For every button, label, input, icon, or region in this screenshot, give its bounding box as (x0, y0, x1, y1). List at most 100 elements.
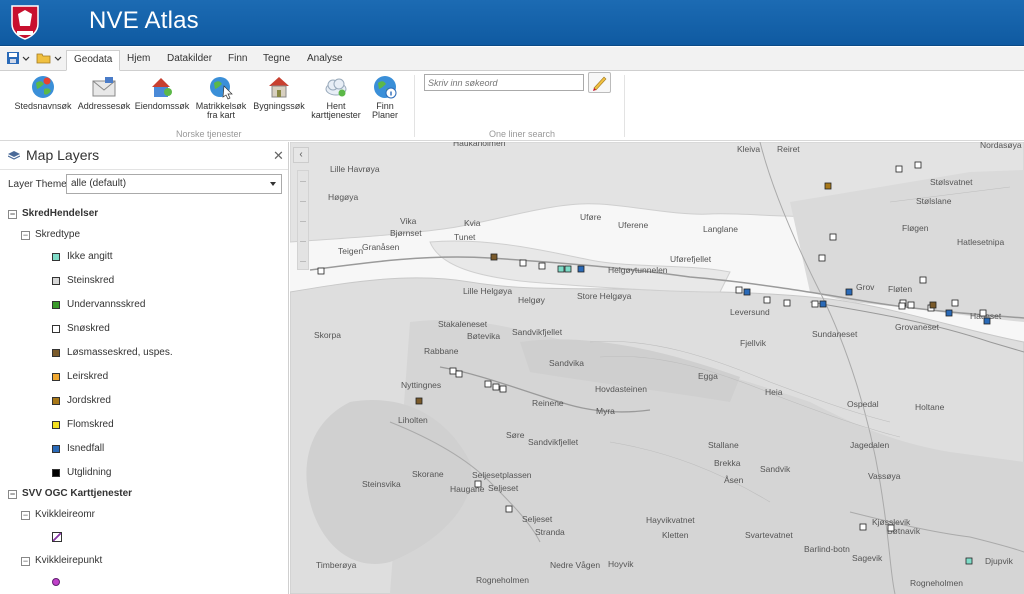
finn-planer-button[interactable]: Finn Planer (366, 74, 404, 120)
landslide-marker[interactable] (979, 309, 987, 317)
zoom-tick (300, 241, 306, 242)
panel-header: Map Layers ✕ (0, 142, 288, 170)
layer-theme-select[interactable]: alle (default) (66, 174, 282, 194)
layer-subgroup-kvikkleireomr[interactable]: − Kvikkleireomr (21, 509, 95, 523)
open-dropdown-chevron-icon[interactable] (54, 54, 62, 70)
legend-swatch (52, 397, 60, 405)
collapse-toggle-icon[interactable]: − (8, 490, 17, 499)
save-dropdown-chevron-icon[interactable] (22, 54, 30, 70)
map-place-label: Leversund (730, 307, 770, 317)
legend-item-label: Snøskred (67, 323, 110, 334)
landslide-marker[interactable] (829, 233, 837, 241)
collapse-toggle-icon[interactable]: − (8, 210, 17, 219)
landslide-marker[interactable] (845, 288, 853, 296)
landslide-marker[interactable] (538, 262, 546, 270)
landslide-marker[interactable] (819, 300, 827, 308)
landslide-marker[interactable] (499, 385, 507, 393)
legend-item-label: Undervannsskred (67, 299, 146, 310)
landslide-marker[interactable] (455, 370, 463, 378)
landslide-marker[interactable] (474, 480, 482, 488)
chevron-down-icon (270, 182, 276, 186)
tab-tegne[interactable]: Tegne (256, 50, 297, 71)
group-separator (414, 75, 415, 137)
map-view[interactable]: Haukaholmen Kleiva Reiret Nordasøya Lille Ha… (290, 142, 1024, 594)
close-icon[interactable]: ✕ (273, 148, 284, 164)
matrikkelsok-label: Matrikkelsøk fra kart (195, 101, 247, 120)
layer-group-svv-ogc[interactable]: − SVV OGC Karttjenester (8, 488, 132, 502)
addressesok-button[interactable]: Addressesøk (76, 74, 132, 111)
landslide-marker[interactable] (914, 161, 922, 169)
landslide-marker[interactable] (811, 300, 819, 308)
landslide-marker[interactable] (564, 265, 572, 273)
legend-swatch (52, 301, 60, 309)
map-canvas[interactable]: Haukaholmen Kleiva Reiret Nordasøya Lille Ha… (290, 142, 1024, 594)
landslide-marker[interactable] (449, 367, 457, 375)
zoom-slider[interactable] (297, 170, 309, 270)
landslide-marker[interactable] (907, 301, 915, 309)
map-place-label: Fløgen (902, 223, 929, 233)
landslide-marker[interactable] (898, 302, 906, 310)
landslide-marker[interactable] (557, 265, 565, 273)
map-place-label: Stakaleneset (438, 319, 488, 329)
zoom-tick (300, 181, 306, 182)
landslide-marker[interactable] (735, 286, 743, 294)
tab-analyse[interactable]: Analyse (300, 50, 350, 71)
cloud-icon (325, 78, 347, 97)
tab-hjem[interactable]: Hjem (120, 50, 157, 71)
tab-finn[interactable]: Finn (221, 50, 254, 71)
bygningssok-button[interactable]: Bygningssøk (252, 74, 306, 111)
landslide-marker[interactable] (895, 165, 903, 173)
landslide-marker[interactable] (492, 383, 500, 391)
landslide-marker[interactable] (317, 267, 325, 275)
edit-pencil-button[interactable] (588, 72, 611, 93)
eiendomssok-button[interactable]: Eiendomssøk (134, 74, 190, 111)
map-place-label: Tunet (454, 232, 476, 242)
landslide-marker[interactable] (824, 182, 832, 190)
matrikkelsok-button[interactable]: Matrikkelsøk fra kart (194, 74, 248, 120)
globe-click-icon (210, 77, 233, 100)
legend-swatch (52, 469, 60, 477)
stedsnavnsok-button[interactable]: Stedsnavnsøk (12, 74, 74, 111)
hent-karttjenester-button[interactable]: Hent karttjenester (308, 74, 364, 120)
landslide-marker[interactable] (859, 523, 867, 531)
map-place-label: Sagevik (852, 553, 883, 563)
save-icon[interactable] (6, 51, 20, 67)
map-place-label: Stranda (535, 527, 565, 537)
landslide-marker[interactable] (490, 253, 498, 261)
collapse-toggle-icon[interactable]: − (21, 557, 30, 566)
landslide-marker[interactable] (577, 265, 585, 273)
landslide-marker[interactable] (887, 524, 895, 532)
landslide-marker[interactable] (415, 397, 423, 405)
collapse-toggle-icon[interactable]: − (21, 511, 30, 520)
landslide-marker[interactable] (945, 309, 953, 317)
map-place-label: Fjellvik (740, 338, 767, 348)
open-folder-icon[interactable] (36, 51, 52, 67)
landslide-marker[interactable] (519, 259, 527, 267)
map-place-label: Grov (856, 282, 875, 292)
landslide-marker[interactable] (929, 301, 937, 309)
tab-geodata[interactable]: Geodata (66, 50, 121, 71)
ribbon-body: Stedsnavnsøk Addressesøk Eiendomssøk Mat… (0, 71, 1024, 141)
landslide-marker[interactable] (783, 299, 791, 307)
map-place-label: Vika (400, 216, 417, 226)
collapse-panel-chevron-icon[interactable]: ‹ (293, 147, 309, 163)
map-place-label: Hayvikvatnet (646, 515, 695, 525)
layer-theme-label: Layer Theme: (8, 179, 70, 190)
landslide-marker[interactable] (743, 288, 751, 296)
landslide-marker[interactable] (484, 380, 492, 388)
collapse-toggle-icon[interactable]: − (21, 231, 30, 240)
landslide-marker[interactable] (763, 296, 771, 304)
layer-subgroup-kvikkleirepunkt[interactable]: − Kvikkleirepunkt (21, 555, 102, 569)
layer-subgroup-label: Skredtype (35, 229, 81, 240)
landslide-marker[interactable] (951, 299, 959, 307)
tab-datakilder[interactable]: Datakilder (160, 50, 219, 71)
landslide-marker[interactable] (505, 505, 513, 513)
layer-group-skredhendelser[interactable]: − SkredHendelser (8, 208, 98, 222)
layer-subgroup-skredtype[interactable]: − Skredtype (21, 229, 80, 243)
landslide-marker[interactable] (818, 254, 826, 262)
search-input[interactable] (424, 74, 584, 91)
landslide-marker[interactable] (965, 557, 973, 565)
landslide-marker[interactable] (983, 317, 991, 325)
map-place-label: Vassøya (868, 471, 901, 481)
landslide-marker[interactable] (919, 276, 927, 284)
